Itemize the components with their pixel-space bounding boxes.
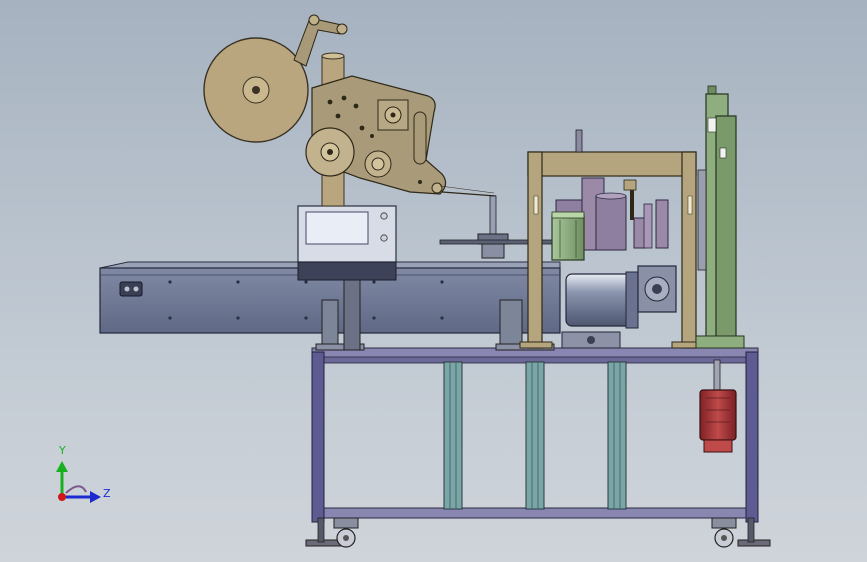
coordinate-triad: Y Z xyxy=(56,444,111,503)
origin-point xyxy=(58,493,66,501)
lift-column xyxy=(695,85,745,349)
z-axis-label: Z xyxy=(103,487,111,500)
y-axis-label: Y xyxy=(58,444,66,457)
table-frame xyxy=(305,347,771,547)
caster-right xyxy=(711,517,737,548)
drive-motor xyxy=(561,265,677,349)
labeling-machine-drawing: Y Z xyxy=(56,14,771,548)
lift-motor xyxy=(699,359,737,453)
label-head-assembly xyxy=(203,14,497,207)
teal-profiles xyxy=(443,361,627,510)
green-gear-box xyxy=(551,211,585,261)
cad-viewport[interactable]: Y Z xyxy=(0,0,867,562)
